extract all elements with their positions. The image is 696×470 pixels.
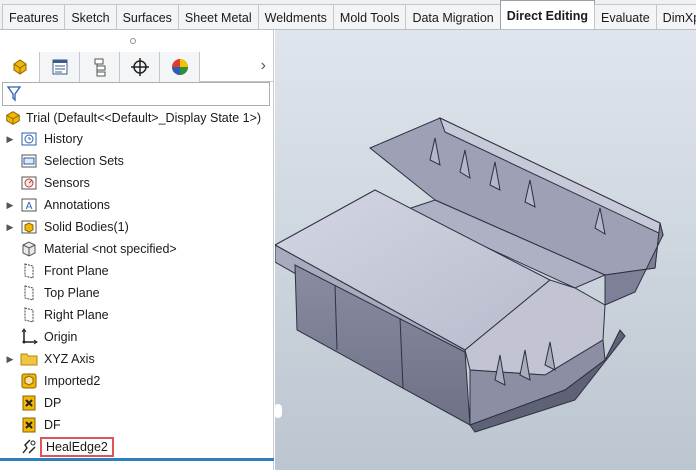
command-manager-tabbar: Features Sketch Surfaces Sheet Metal Weldmen… (0, 0, 696, 30)
plane-icon (20, 262, 38, 280)
tree-item-label: Front Plane (44, 264, 109, 278)
tree-item-label: History (44, 132, 83, 146)
tab-surfaces[interactable]: Surfaces (115, 4, 179, 29)
display-manager-tab[interactable] (160, 52, 200, 82)
chevron-right-icon[interactable]: › (261, 57, 266, 75)
tab-features[interactable]: Features (2, 4, 66, 29)
tree-item-label: DF (44, 418, 61, 432)
tree-item-df[interactable]: DF (0, 414, 274, 436)
tree-item-label: Annotations (44, 198, 111, 212)
tab-direct-editing[interactable]: Direct Editing (499, 0, 596, 29)
tree-item-label: XYZ Axis (44, 352, 95, 366)
folder-icon (20, 350, 38, 368)
part-icon (6, 111, 20, 125)
configuration-manager-tab[interactable] (80, 52, 120, 82)
tree-item-label: HealEdge2 (40, 437, 114, 457)
tab-evaluate[interactable]: Evaluate (594, 4, 657, 29)
tree-root-label: Trial (Default<<Default>_Display State 1… (26, 111, 262, 125)
heal-edge-icon (20, 438, 38, 456)
tree-item-xyz-axis[interactable]: ▶ XYZ Axis (0, 348, 274, 370)
tree-root-part[interactable]: Trial (Default<<Default>_Display State 1… (4, 108, 261, 128)
tree-item-label: Right Plane (44, 308, 109, 322)
selection-sets-icon (20, 152, 38, 170)
annotations-icon: A (20, 196, 38, 214)
plane-icon (20, 306, 38, 324)
tree-item-label: DP (44, 396, 62, 410)
tree-item-dp[interactable]: DP (0, 392, 274, 414)
tree-item-label: Sensors (44, 176, 90, 190)
solid-bodies-icon (20, 218, 38, 236)
tree-item-imported2[interactable]: Imported2 (0, 370, 274, 392)
tab-sheet-metal[interactable]: Sheet Metal (177, 4, 259, 29)
imported-body-icon (20, 372, 38, 390)
tree-item-origin[interactable]: Origin (0, 326, 274, 348)
property-manager-icon (52, 59, 67, 75)
tree-item-front-plane[interactable]: Front Plane (0, 260, 274, 282)
origin-icon (20, 328, 38, 346)
expand-arrow-icon[interactable]: ▶ (0, 222, 20, 233)
tree-item-label: Origin (44, 330, 78, 344)
tree-item-label: Top Plane (44, 286, 100, 300)
sensors-icon (20, 174, 38, 192)
feature-tree: ▶ History Selection Sets Sensors ▶ A Annotatio… (0, 128, 274, 458)
dimxpert-manager-tab[interactable] (120, 52, 160, 82)
tree-item-label: Material <not specified> (44, 242, 177, 256)
tree-item-label: Solid Bodies(1) (44, 220, 129, 234)
tree-filter-field[interactable] (2, 82, 270, 106)
tree-item-right-plane[interactable]: Right Plane (0, 304, 274, 326)
expand-arrow-icon[interactable]: ▶ (0, 134, 20, 145)
tree-item-healedge2[interactable]: HealEdge2 (0, 436, 274, 458)
dimxpert-manager-icon (130, 58, 149, 76)
history-icon (20, 130, 38, 148)
feature-manager-panel: › Trial (Default<<Default>_Display State… (0, 30, 274, 470)
property-manager-tab[interactable] (40, 52, 80, 82)
tree-item-top-plane[interactable]: Top Plane (0, 282, 274, 304)
tab-weldments[interactable]: Weldments (257, 4, 334, 29)
tree-item-selection-sets[interactable]: Selection Sets (0, 150, 274, 172)
expand-arrow-icon[interactable]: ▶ (0, 200, 20, 211)
tree-item-solid-bodies-1[interactable]: ▶ Solid Bodies(1) (0, 216, 274, 238)
filter-icon (7, 86, 21, 102)
tab-sketch[interactable]: Sketch (64, 4, 117, 29)
tree-item-label: Selection Sets (44, 154, 124, 168)
material-icon (20, 240, 38, 258)
viewport-splitter-handle[interactable] (274, 404, 282, 418)
tab-mold-tools[interactable]: Mold Tools (332, 4, 407, 29)
graphics-viewport[interactable] (273, 30, 696, 470)
configuration-manager-icon (94, 58, 105, 77)
tree-item-history[interactable]: ▶ History (0, 128, 274, 150)
expand-arrow-icon[interactable]: ▶ (0, 354, 20, 365)
tab-dimxpe[interactable]: DimXpe (655, 4, 696, 29)
3d-part-model (273, 117, 664, 433)
tree-item-sensors[interactable]: Sensors (0, 172, 274, 194)
manager-tabs: › (0, 52, 274, 82)
feature-manager-tab[interactable] (0, 52, 40, 82)
delete-face-icon (20, 394, 38, 412)
rollback-bar[interactable] (0, 458, 274, 461)
plane-icon (20, 284, 38, 302)
tree-item-label: Imported2 (44, 374, 101, 388)
display-manager-icon (171, 59, 188, 75)
tree-item-annotations[interactable]: ▶ A Annotations (0, 194, 274, 216)
tab-data-migration[interactable]: Data Migration (405, 4, 501, 29)
feature-manager-icon (13, 59, 26, 75)
delete-face-icon (20, 416, 38, 434)
svg-text:A: A (26, 201, 33, 212)
panel-resize-handle[interactable] (130, 38, 136, 44)
tree-item-material-not-specified[interactable]: Material <not specified> (0, 238, 274, 260)
